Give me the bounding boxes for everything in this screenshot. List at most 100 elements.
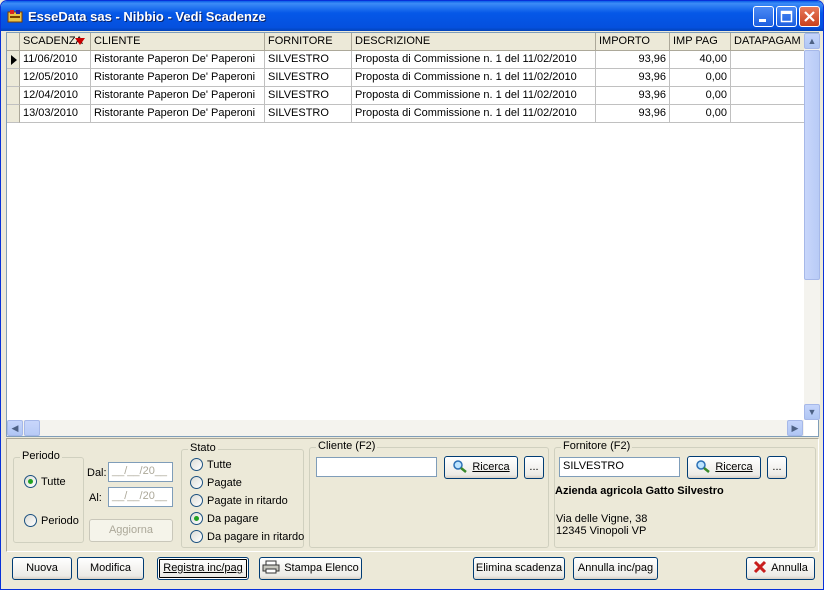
horizontal-scrollbar[interactable]: ◀ ▶ bbox=[7, 420, 804, 436]
grid-corner bbox=[7, 33, 20, 51]
col-header-cliente[interactable]: CLIENTE bbox=[91, 33, 265, 51]
col-header-fornitore[interactable]: FORNITORE bbox=[265, 33, 352, 51]
registra-inc-pag-button[interactable]: Registra inc/pag bbox=[157, 557, 249, 580]
title-bar[interactable]: EsseData sas - Nibbio - Vedi Scadenze bbox=[1, 1, 823, 31]
col-header-label: DATAPAGAM bbox=[734, 35, 801, 47]
cell-datapagam[interactable] bbox=[731, 69, 805, 87]
al-date-field[interactable]: __/__/20__ bbox=[108, 487, 173, 507]
dal-date-field[interactable]: __/__/20__ bbox=[108, 462, 173, 482]
col-header-importo[interactable]: IMPORTO bbox=[596, 33, 670, 51]
cell-scadenza[interactable]: 13/03/2010 bbox=[20, 105, 91, 123]
vertical-scrollbar[interactable]: ▲ ▼ bbox=[804, 33, 820, 420]
cell-descrizione[interactable]: Proposta di Commissione n. 1 del 11/02/2… bbox=[352, 69, 596, 87]
search-icon bbox=[696, 460, 711, 473]
table-row[interactable]: 12/05/2010 Ristorante Paperon De' Papero… bbox=[7, 69, 805, 87]
table-row[interactable]: 11/06/2010 Ristorante Paperon De' Papero… bbox=[7, 51, 805, 69]
row-selector[interactable] bbox=[7, 69, 20, 87]
radio-icon bbox=[190, 458, 203, 471]
row-selector[interactable] bbox=[7, 87, 20, 105]
cell-descrizione[interactable]: Proposta di Commissione n. 1 del 11/02/2… bbox=[352, 51, 596, 69]
cell-imp-pag[interactable]: 0,00 bbox=[670, 87, 731, 105]
col-header-imp-pag[interactable]: IMP PAG bbox=[670, 33, 731, 51]
radio-icon bbox=[190, 476, 203, 489]
stato-label: Stato bbox=[188, 442, 218, 454]
scroll-right-button[interactable]: ▶ bbox=[787, 420, 803, 436]
cell-imp-pag[interactable]: 0,00 bbox=[670, 105, 731, 123]
col-header-label: IMP PAG bbox=[673, 35, 718, 47]
stato-group: Stato Tutte Pagate Pagate in ritardo Da … bbox=[181, 442, 304, 548]
stato-radio-da-pagare-ritardo[interactable]: Da pagare in ritardo bbox=[190, 530, 304, 546]
maximize-icon bbox=[780, 10, 793, 23]
cliente-ricerca-button[interactable]: Ricerca bbox=[444, 456, 518, 479]
col-header-label: CLIENTE bbox=[94, 35, 141, 47]
stampa-elenco-button[interactable]: Stampa Elenco bbox=[259, 557, 362, 580]
col-header-descrizione[interactable]: DESCRIZIONE bbox=[352, 33, 596, 51]
col-header-datapagam[interactable]: DATAPAGAM bbox=[731, 33, 805, 51]
cell-fornitore[interactable]: SILVESTRO bbox=[265, 51, 352, 69]
cell-fornitore[interactable]: SILVESTRO bbox=[265, 69, 352, 87]
annulla-inc-pag-button[interactable]: Annulla inc/pag bbox=[573, 557, 658, 580]
stampa-label: Stampa Elenco bbox=[284, 562, 359, 574]
cliente-label: Cliente (F2) bbox=[316, 440, 378, 452]
minimize-button[interactable] bbox=[753, 6, 774, 27]
elimina-scadenza-button[interactable]: Elimina scadenza bbox=[473, 557, 565, 580]
cell-cliente[interactable]: Ristorante Paperon De' Paperoni bbox=[91, 69, 265, 87]
scroll-down-button[interactable]: ▼ bbox=[804, 404, 820, 420]
cliente-more-button[interactable]: ... bbox=[524, 456, 544, 479]
cell-importo[interactable]: 93,96 bbox=[596, 87, 670, 105]
cell-scadenza[interactable]: 12/04/2010 bbox=[20, 87, 91, 105]
close-button[interactable] bbox=[799, 6, 820, 27]
cell-importo[interactable]: 93,96 bbox=[596, 69, 670, 87]
cell-cliente[interactable]: Ristorante Paperon De' Paperoni bbox=[91, 87, 265, 105]
row-selector[interactable] bbox=[7, 105, 20, 123]
stato-radio-tutte[interactable]: Tutte bbox=[190, 458, 232, 474]
stato-radio-da-pagare[interactable]: Da pagare bbox=[190, 512, 258, 528]
cell-scadenza[interactable]: 12/05/2010 bbox=[20, 69, 91, 87]
fornitore-ricerca-button[interactable]: Ricerca bbox=[687, 456, 761, 479]
window-title: EsseData sas - Nibbio - Vedi Scadenze bbox=[28, 9, 266, 24]
al-label: Al: bbox=[89, 492, 102, 504]
table-row[interactable]: 12/04/2010 Ristorante Paperon De' Papero… bbox=[7, 87, 805, 105]
printer-icon bbox=[262, 560, 280, 574]
cliente-field[interactable] bbox=[316, 457, 437, 477]
cell-importo[interactable]: 93,96 bbox=[596, 51, 670, 69]
scroll-left-button[interactable]: ◀ bbox=[7, 420, 23, 436]
col-header-scadenza[interactable]: SCADENZA bbox=[20, 33, 91, 51]
nuova-button[interactable]: Nuova bbox=[12, 557, 72, 580]
cell-descrizione[interactable]: Proposta di Commissione n. 1 del 11/02/2… bbox=[352, 87, 596, 105]
cell-scadenza[interactable]: 11/06/2010 bbox=[20, 51, 91, 69]
cell-cliente[interactable]: Ristorante Paperon De' Paperoni bbox=[91, 51, 265, 69]
table-row[interactable]: 13/03/2010 Ristorante Paperon De' Papero… bbox=[7, 105, 805, 123]
periodo-radio-periodo[interactable]: Periodo bbox=[24, 514, 79, 530]
stato-radio-pagate-ritardo[interactable]: Pagate in ritardo bbox=[190, 494, 288, 510]
stato-radio-pagate[interactable]: Pagate bbox=[190, 476, 242, 492]
periodo-radio-tutte[interactable]: Tutte bbox=[24, 475, 66, 491]
cell-datapagam[interactable] bbox=[731, 87, 805, 105]
radio-label: Tutte bbox=[207, 459, 232, 471]
col-header-label: SCADENZA bbox=[23, 35, 83, 47]
radio-label: Pagate in ritardo bbox=[207, 495, 288, 507]
cancel-x-icon bbox=[754, 560, 767, 574]
cell-imp-pag[interactable]: 0,00 bbox=[670, 69, 731, 87]
vertical-scroll-thumb[interactable] bbox=[804, 50, 820, 280]
cell-cliente[interactable]: Ristorante Paperon De' Paperoni bbox=[91, 105, 265, 123]
annulla-button[interactable]: Annulla bbox=[746, 557, 815, 580]
fornitore-field[interactable]: SILVESTRO bbox=[559, 457, 680, 477]
maximize-button[interactable] bbox=[776, 6, 797, 27]
cell-imp-pag[interactable]: 40,00 bbox=[670, 51, 731, 69]
aggiorna-button[interactable]: Aggiorna bbox=[89, 519, 173, 542]
cell-importo[interactable]: 93,96 bbox=[596, 105, 670, 123]
cell-descrizione[interactable]: Proposta di Commissione n. 1 del 11/02/2… bbox=[352, 105, 596, 123]
cell-datapagam[interactable] bbox=[731, 105, 805, 123]
cell-datapagam[interactable] bbox=[731, 51, 805, 69]
cell-fornitore[interactable]: SILVESTRO bbox=[265, 87, 352, 105]
scroll-up-button[interactable]: ▲ bbox=[804, 33, 820, 49]
scadenze-grid[interactable]: SCADENZA CLIENTE FORNITORE DESCRIZIONE I… bbox=[6, 32, 820, 437]
fornitore-more-button[interactable]: ... bbox=[767, 456, 787, 479]
modifica-button[interactable]: Modifica bbox=[77, 557, 144, 580]
cell-fornitore[interactable]: SILVESTRO bbox=[265, 105, 352, 123]
row-selector[interactable] bbox=[7, 51, 20, 69]
horizontal-scroll-thumb[interactable] bbox=[24, 420, 40, 436]
radio-label: Da pagare bbox=[207, 513, 259, 525]
search-icon bbox=[453, 460, 468, 473]
